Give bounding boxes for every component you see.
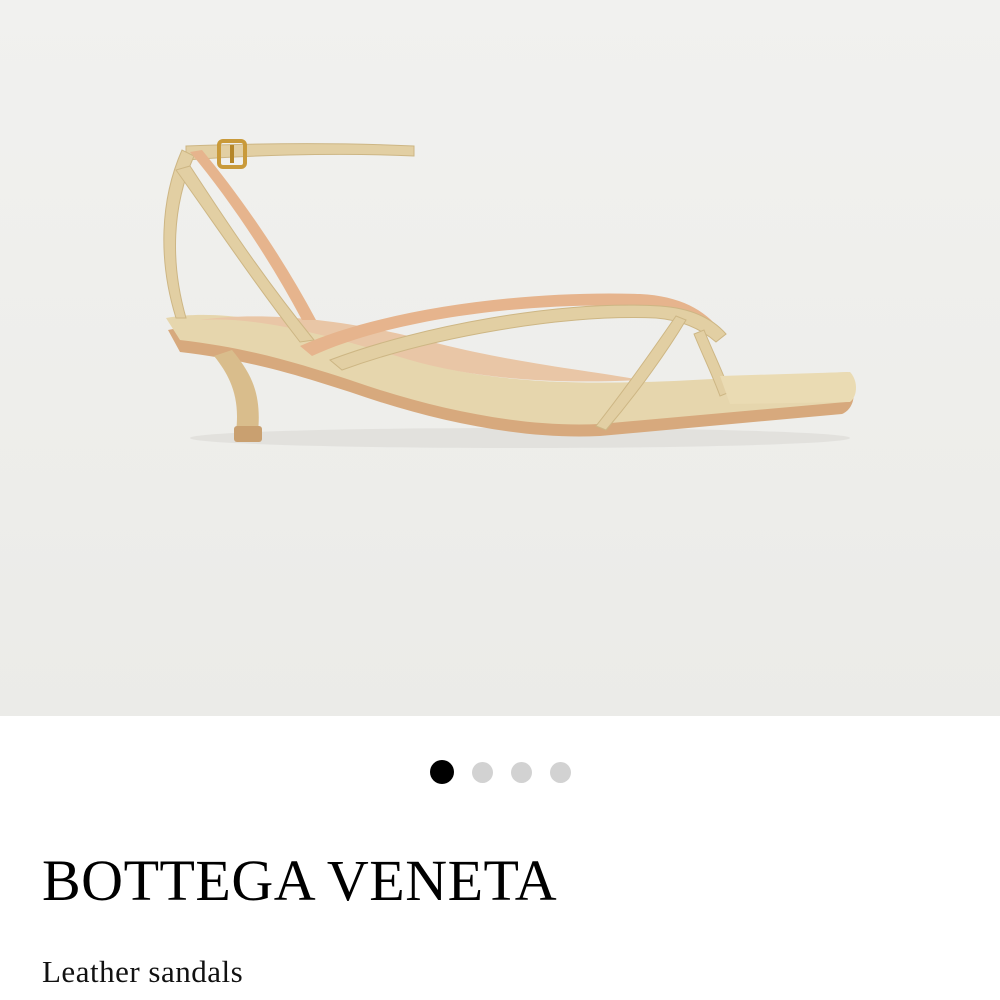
sandal-side-strap-lining: [190, 150, 316, 320]
product-name: Leather sandals: [42, 954, 244, 989]
product-image-gallery[interactable]: [0, 0, 1000, 716]
sandal-square-toe: [720, 372, 856, 404]
product-image-sandal[interactable]: [0, 0, 1000, 716]
sandal-heel-tip: [234, 426, 262, 442]
product-page: BOTTEGA VENETA Leather sandals: [0, 0, 1000, 1000]
brand-name[interactable]: BOTTEGA VENETA: [42, 852, 557, 910]
carousel-pagination: [0, 760, 1000, 784]
carousel-dot-4[interactable]: [549, 761, 571, 783]
carousel-dot-1[interactable]: [429, 760, 454, 784]
carousel-dot-3[interactable]: [510, 761, 532, 783]
carousel-dot-2[interactable]: [471, 761, 493, 783]
